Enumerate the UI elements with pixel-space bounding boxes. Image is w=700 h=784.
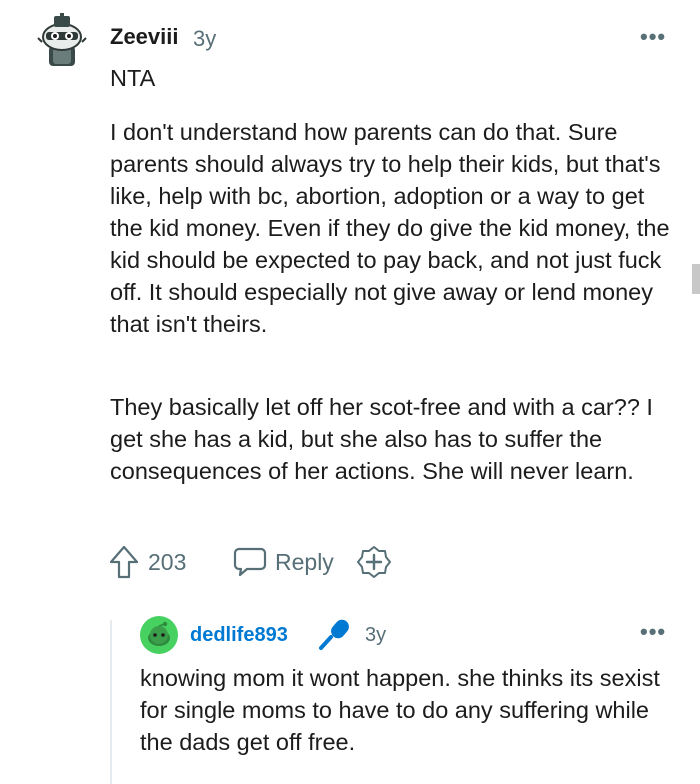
reply-author-avatar[interactable] (140, 616, 178, 654)
plus-circle-icon[interactable] (357, 545, 391, 579)
reply-label: Reply (275, 549, 334, 575)
comment-age: 3y (193, 26, 217, 51)
reply-button[interactable]: Reply (233, 544, 337, 580)
scrollbar-thumb[interactable] (692, 264, 700, 294)
ellipsis-icon[interactable]: ••• (640, 621, 666, 643)
reply-author[interactable]: dedlife893 (190, 624, 288, 647)
thread-line[interactable] (110, 620, 112, 784)
reply-text: knowing mom it wont happen. she thinks i… (140, 665, 660, 755)
comment-paragraph: They basically let off her scot-free and… (110, 394, 653, 484)
vote-score: 203 (148, 549, 187, 575)
microphone-icon (316, 617, 352, 651)
speech-bubble-icon (233, 546, 267, 578)
reply-age: 3y (365, 624, 387, 646)
comment-author[interactable]: Zeeviii (110, 24, 178, 50)
ellipsis-icon[interactable]: ••• (640, 26, 666, 48)
author-avatar[interactable] (36, 12, 88, 68)
comment-paragraph: NTA (110, 65, 156, 91)
comment-paragraph: I don't understand how parents can do th… (110, 119, 670, 337)
upvote-arrow-icon[interactable] (108, 544, 140, 580)
